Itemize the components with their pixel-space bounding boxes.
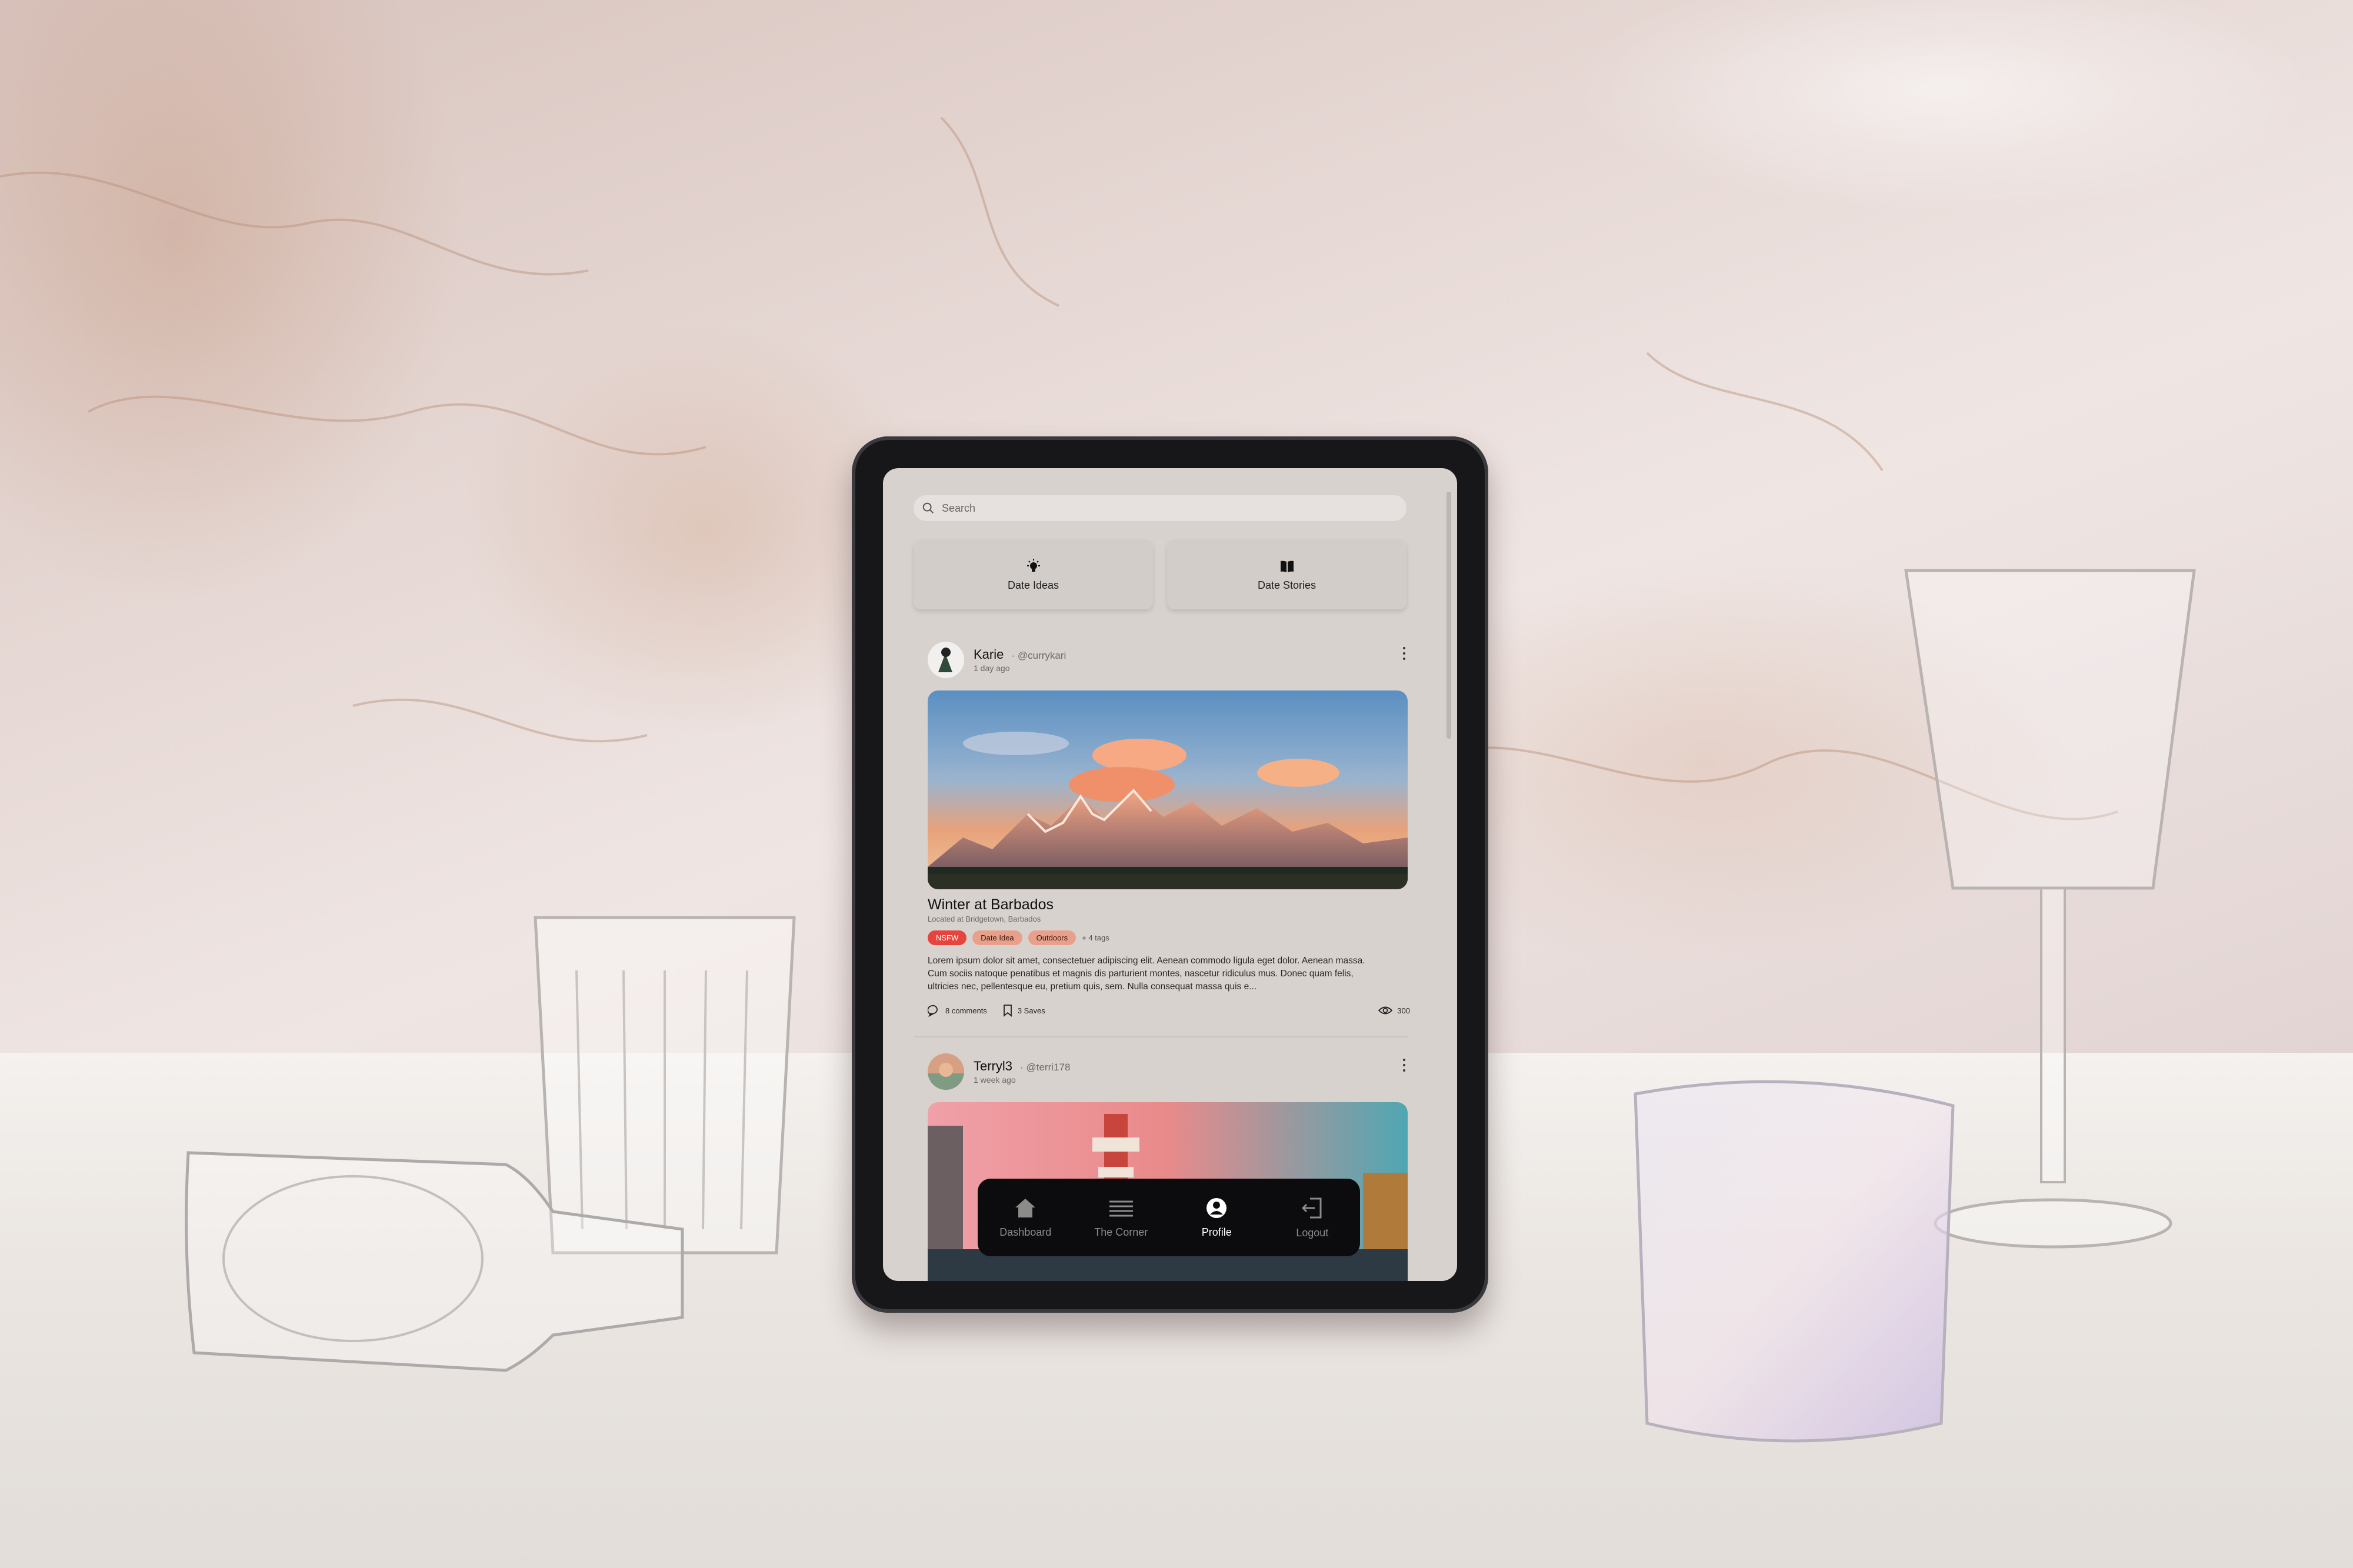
- eye-icon: [1378, 1006, 1393, 1015]
- quick-actions: Date Ideas Date Stories: [914, 540, 1407, 609]
- more-tags-link[interactable]: + 4 tags: [1082, 933, 1109, 942]
- avatar[interactable]: [928, 1053, 964, 1090]
- comments-count: 8 comments: [945, 1006, 987, 1015]
- tablet-device: Search Date Ideas Date Stories Karie · @…: [852, 436, 1488, 1313]
- nav-the-corner-label: The Corner: [1094, 1226, 1148, 1238]
- author-name[interactable]: Terryl3: [974, 1059, 1012, 1073]
- author-handle[interactable]: · @currykari: [1011, 650, 1066, 661]
- date-ideas-label: Date Ideas: [1007, 579, 1059, 591]
- avatar[interactable]: [928, 642, 964, 678]
- tag-nsfw[interactable]: NSFW: [928, 930, 967, 945]
- book-icon: [1280, 561, 1294, 572]
- post-body: Lorem ipsum dolor sit amet, consectetuer…: [928, 956, 1365, 992]
- app-screen: Search Date Ideas Date Stories Karie · @…: [883, 468, 1457, 1281]
- nav-logout-label: Logout: [1296, 1226, 1329, 1239]
- post-title[interactable]: Winter at Barbados: [928, 896, 1410, 913]
- more-options-icon[interactable]: [1398, 645, 1410, 662]
- post-stats: 8 comments 3 Saves 300: [928, 1004, 1410, 1017]
- search-placeholder: Search: [942, 502, 976, 514]
- tag-date-idea[interactable]: Date Idea: [972, 930, 1022, 945]
- comment-icon: [928, 1005, 938, 1017]
- date-stories-button[interactable]: Date Stories: [1167, 540, 1407, 609]
- views-counter: 300: [1378, 1005, 1410, 1016]
- nav-logout[interactable]: Logout: [1268, 1196, 1357, 1239]
- comments-button[interactable]: 8 comments: [928, 1004, 987, 1017]
- bottom-nav: Dashboard The Corner Profile Logout: [978, 1179, 1360, 1256]
- scrollbar[interactable]: [1447, 492, 1451, 739]
- logout-icon: [1301, 1197, 1322, 1218]
- author-name[interactable]: Karie: [974, 647, 1004, 662]
- search-bar[interactable]: Search: [914, 495, 1407, 521]
- nav-dashboard[interactable]: Dashboard: [981, 1197, 1069, 1239]
- tag-outdoors[interactable]: Outdoors: [1028, 930, 1076, 945]
- more-options-icon[interactable]: [1398, 1056, 1410, 1074]
- post-divider: [914, 1036, 1408, 1037]
- author-handle[interactable]: · @terri178: [1020, 1062, 1070, 1073]
- saves-button[interactable]: 3 Saves: [1002, 1004, 1045, 1017]
- iridescent-glass: [1634, 1080, 1955, 1443]
- nav-the-corner[interactable]: The Corner: [1077, 1197, 1165, 1239]
- post-image[interactable]: [928, 690, 1408, 889]
- post-header: Karie · @currykari 1 day ago: [928, 639, 1410, 681]
- bookmark-icon: [1003, 1005, 1012, 1017]
- decanter-bottle: [185, 1151, 684, 1372]
- search-icon: [922, 502, 934, 513]
- post-time: 1 day ago: [974, 663, 1010, 673]
- tag-list: NSFW Date Idea Outdoors + 4 tags: [928, 930, 1410, 945]
- post-time: 1 week ago: [974, 1075, 1016, 1085]
- menu-lines-icon: [1109, 1200, 1133, 1216]
- post-location: Located at Bridgetown, Barbados: [928, 915, 1041, 923]
- post-card: Karie · @currykari 1 day ago Winter at B…: [928, 639, 1410, 1017]
- date-ideas-button[interactable]: Date Ideas: [914, 540, 1153, 609]
- nav-dashboard-label: Dashboard: [999, 1226, 1052, 1238]
- lightbulb-icon: [1026, 558, 1040, 572]
- saves-count: 3 Saves: [1017, 1006, 1045, 1015]
- profile-icon: [1207, 1197, 1227, 1218]
- date-stories-label: Date Stories: [1257, 579, 1317, 591]
- home-icon: [1015, 1198, 1036, 1217]
- post-header: Terryl3 · @terri178 1 week ago: [928, 1050, 1410, 1093]
- nav-profile[interactable]: Profile: [1172, 1197, 1261, 1239]
- nav-profile-label: Profile: [1201, 1226, 1232, 1238]
- views-count: 300: [1397, 1006, 1410, 1015]
